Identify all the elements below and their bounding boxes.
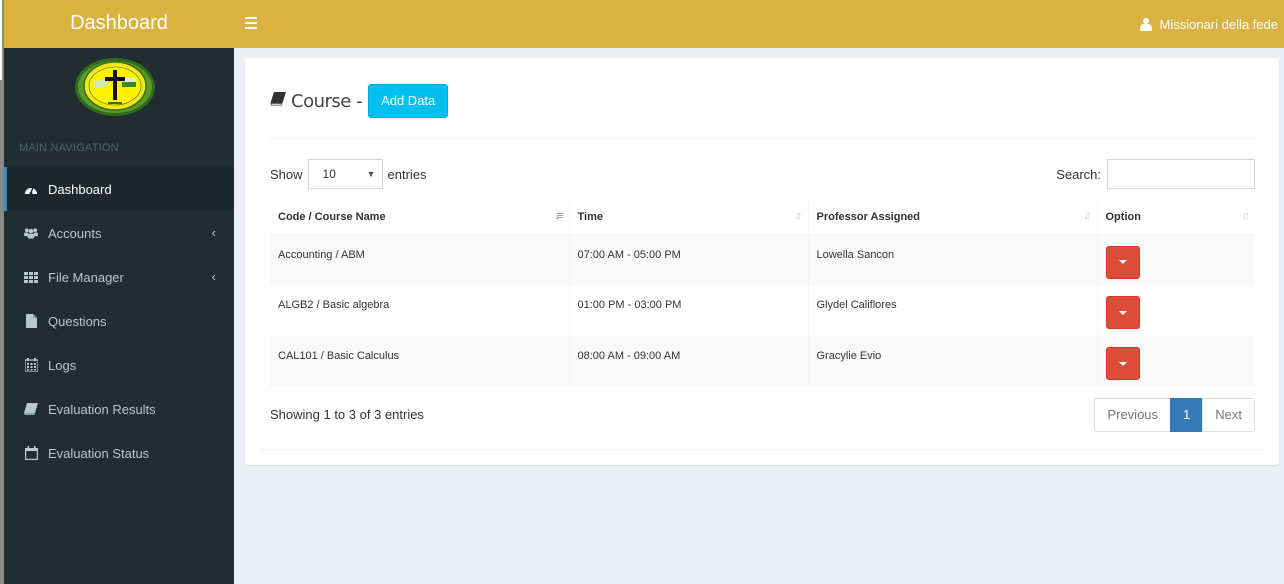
- sidebar-item-label: Dashboard: [48, 181, 112, 197]
- calendar-empty-icon: [24, 446, 38, 460]
- caret-down-icon: ▼: [366, 169, 376, 179]
- column-header-option[interactable]: Option ↓↑: [1097, 200, 1255, 235]
- cell-professor: Lowella Sancon: [808, 234, 1098, 285]
- course-panel: Course - Add Data Show 10 ▼ entries Sear…: [245, 58, 1279, 465]
- hamburger-icon[interactable]: [245, 12, 265, 34]
- cell-option: [1097, 336, 1255, 387]
- user-menu[interactable]: Missionari della fede: [1140, 0, 1278, 48]
- show-label: Show: [270, 166, 303, 182]
- column-header-time[interactable]: Time ↓↑: [569, 200, 809, 235]
- course-table: Code / Course Name ↓≡ Time ↓↑ Professor …: [270, 200, 1255, 387]
- table-row: Accounting / ABM 07:00 AM - 05:00 PM Low…: [270, 234, 1255, 285]
- sidebar-item-label: Logs: [48, 357, 77, 373]
- sidebar-item-label: File Manager: [48, 269, 124, 285]
- search-label: Search:: [1056, 166, 1101, 182]
- cell-option: [1097, 285, 1255, 336]
- sidebar-item-label: Evaluation Status: [48, 445, 150, 461]
- entries-label: entries: [387, 166, 427, 182]
- caret-down-icon: [1118, 260, 1127, 264]
- sidebar-item-accounts[interactable]: Accounts ‹: [4, 211, 234, 255]
- users-icon: [24, 226, 38, 240]
- column-header-professor[interactable]: Professor Assigned ↓↑: [808, 200, 1098, 235]
- column-header-label: Option: [1105, 210, 1141, 223]
- cell-professor: Glydel Califlores: [808, 285, 1098, 336]
- file-icon: [24, 314, 38, 328]
- sort-ascending-icon: ↓≡: [554, 210, 564, 222]
- table-row: ALGB2 / Basic algebra 01:00 PM - 03:00 P…: [270, 285, 1255, 336]
- organization-logo: [75, 58, 155, 116]
- divider: [260, 449, 1264, 450]
- entries-length-control: Show 10 ▼ entries: [270, 159, 427, 189]
- sidebar-item-label: Evaluation Results: [48, 401, 156, 417]
- sidebar: MAIN NAVIGATION Dashboard Accounts ‹ Fil…: [4, 48, 234, 584]
- cell-course: ALGB2 / Basic algebra: [270, 285, 570, 336]
- pagination-previous[interactable]: Previous: [1094, 398, 1172, 432]
- option-dropdown-button[interactable]: [1105, 245, 1140, 279]
- cell-course: Accounting / ABM: [270, 234, 570, 285]
- caret-down-icon: [1118, 361, 1127, 366]
- sidebar-item-evaluation-status[interactable]: Evaluation Status: [4, 431, 234, 475]
- sort-icon: ↓↑: [794, 210, 803, 222]
- chevron-left-icon: ‹: [211, 269, 216, 284]
- column-header-course[interactable]: Code / Course Name ↓≡: [270, 200, 570, 235]
- table-header-row: Code / Course Name ↓≡ Time ↓↑ Professor …: [270, 200, 1255, 235]
- chevron-left-icon: ‹: [211, 225, 216, 240]
- calendar-icon: [24, 358, 38, 372]
- pagination: Previous 1 Next: [1094, 398, 1255, 432]
- nav-header: MAIN NAVIGATION: [19, 142, 119, 154]
- cell-time: 08:00 AM - 09:00 AM: [569, 336, 809, 387]
- entries-per-page-value: 10: [322, 167, 336, 181]
- cell-time: 01:00 PM - 03:00 PM: [569, 285, 809, 336]
- sidebar-item-questions[interactable]: Questions: [4, 299, 234, 343]
- sidebar-item-dashboard[interactable]: Dashboard: [4, 167, 234, 211]
- pagination-page-1[interactable]: 1: [1170, 398, 1204, 432]
- entries-per-page-select[interactable]: 10 ▼: [307, 159, 383, 189]
- column-header-label: Code / Course Name: [278, 210, 386, 223]
- sort-icon: ↓↑: [1242, 210, 1250, 222]
- cell-course: CAL101 / Basic Calculus: [270, 336, 570, 387]
- top-header: Dashboard Missionari della fede: [0, 0, 1284, 48]
- window-edge: [0, 0, 4, 584]
- search-input[interactable]: [1107, 159, 1255, 189]
- page-title: Course -: [291, 90, 363, 112]
- column-header-label: Professor Assigned: [816, 210, 921, 223]
- divider: [270, 138, 1256, 139]
- add-data-button[interactable]: Add Data: [368, 84, 449, 118]
- sidebar-item-file-manager[interactable]: File Manager ‹: [4, 255, 234, 299]
- cell-professor: Gracylie Evio: [808, 336, 1098, 387]
- book-icon: [270, 91, 291, 111]
- table-info: Showing 1 to 3 of 3 entries: [270, 407, 424, 422]
- search-control: Search:: [1056, 159, 1255, 189]
- sort-icon: ↓↑: [1083, 210, 1092, 222]
- book-icon: [24, 402, 38, 416]
- main-navigation: Dashboard Accounts ‹ File Manager ‹ Ques…: [4, 167, 234, 475]
- pagination-next[interactable]: Next: [1202, 398, 1255, 432]
- sidebar-item-logs[interactable]: Logs: [4, 343, 234, 387]
- option-dropdown-button[interactable]: [1105, 347, 1140, 380]
- cell-time: 07:00 AM - 05:00 PM: [569, 234, 809, 285]
- caret-down-icon: [1118, 310, 1127, 315]
- app-title[interactable]: Dashboard: [4, 0, 234, 48]
- sidebar-item-label: Accounts: [48, 225, 102, 241]
- cell-option: [1097, 234, 1255, 285]
- column-header-label: Time: [577, 210, 603, 223]
- table-row: CAL101 / Basic Calculus 08:00 AM - 09:00…: [270, 336, 1255, 387]
- sidebar-item-label: Questions: [48, 313, 107, 329]
- user-name: Missionari della fede: [1159, 16, 1278, 32]
- sidebar-item-evaluation-results[interactable]: Evaluation Results: [4, 387, 234, 431]
- user-icon: [1140, 17, 1153, 31]
- panel-header: Course - Add Data: [270, 84, 449, 118]
- option-dropdown-button[interactable]: [1105, 296, 1140, 329]
- grid-icon: [24, 270, 38, 284]
- dashboard-icon: [24, 182, 38, 196]
